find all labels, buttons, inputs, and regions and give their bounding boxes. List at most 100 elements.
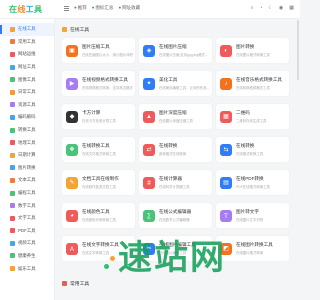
sidebar-item-icon xyxy=(10,215,15,221)
sidebar-item-label: 数字工具 xyxy=(18,202,36,208)
menu-icon[interactable] xyxy=(64,6,69,11)
scrollbar[interactable] xyxy=(297,20,299,80)
sidebar-item-icon xyxy=(10,190,15,196)
tool-card[interactable]: ▦ 二维码 二维码在线生成工具 xyxy=(216,104,289,129)
nav-item-bookmarks[interactable]: ●网址收藏 xyxy=(118,5,140,11)
sidebar-item[interactable]: PDF工具 xyxy=(0,225,54,238)
sidebar-item[interactable]: 地理工具 xyxy=(0,136,54,149)
sidebar-item-icon xyxy=(10,102,15,108)
tool-card[interactable]: ⇆ 在线转换 在线格式转换工具 xyxy=(216,137,289,162)
tool-card[interactable]: ▲ 图片深度压缩 在线图片深度压缩工具 xyxy=(139,104,212,129)
grid-icon[interactable]: ▦ xyxy=(289,5,294,11)
search-icon[interactable]: ⌕ xyxy=(251,5,254,11)
page: 在线工具 ●推荐 ●图标汇总 ●网址收藏 ⌕ ◔ ☾ ◉ ▦ 在线工具 常用工具网… xyxy=(0,0,300,300)
sidebar-item-label: 日期计算 xyxy=(18,152,36,158)
tool-card[interactable]: ◆ 卡方计算 在线卡方检验计算工具 xyxy=(62,104,135,129)
sidebar-item[interactable]: 在线工具 xyxy=(0,23,54,36)
sidebar-item[interactable]: 日常工具 xyxy=(0,86,54,99)
tool-card[interactable]: ◕ 在线颜色工具 在线颜色代码转换工具 xyxy=(62,203,135,228)
tool-card[interactable]: ∑ 在线公式编辑器 在线数学公式编辑器 xyxy=(139,203,212,228)
formula-icon: ∑ xyxy=(143,209,155,222)
tool-card-desc: 在线卡方检验计算工具 xyxy=(82,119,116,123)
tool-card-desc: 在线格式转换工具 xyxy=(236,152,264,156)
sidebar: 在线工具 常用工具网站运维网址工具图像工具 日常工具资源工具编码解码转换工具 地理工具… xyxy=(0,19,55,300)
top-nav: ●推荐 ●图标汇总 ●网址收藏 xyxy=(74,5,140,11)
section-title-bottom: 常用工具 xyxy=(62,280,89,287)
sidebar-item-label: 编码解码 xyxy=(18,114,36,120)
sidebar-item-label: 资源工具 xyxy=(18,101,36,107)
file-icon: ❖ xyxy=(66,143,78,156)
tool-card[interactable]: Ｔ 图片转文字 在线图片文字识别 xyxy=(216,203,289,228)
sidebar-item[interactable]: 健康养生 xyxy=(0,250,54,263)
sidebar-item[interactable]: 日期计算 xyxy=(0,149,54,162)
sidebar-item-icon xyxy=(10,240,15,246)
sidebar-item-label: 图片转换 xyxy=(18,164,36,170)
tool-card-desc: 在线图片文字识别 xyxy=(236,218,264,222)
tool-card-title: 在线公式编辑器 xyxy=(159,209,192,214)
sidebar-item[interactable]: 数字工具 xyxy=(0,199,54,212)
tool-card[interactable]: ✎ 文档工具在线制作 在线制作各类文档工具 xyxy=(62,170,135,195)
deep-icon: ▲ xyxy=(143,110,155,123)
sidebar-item-label: 视频工具 xyxy=(18,240,36,246)
tool-card-desc: PDF在线格式转换工具 xyxy=(236,185,270,189)
tool-card[interactable]: ▣ 图片压缩工具 在线压缩图片大小，减小图片体积 xyxy=(62,38,135,63)
sidebar-item[interactable]: 娱乐工具 xyxy=(0,262,54,275)
tool-card[interactable]: ⇄ 在线转换 各种格式在线转换 xyxy=(139,137,212,162)
tool-card[interactable]: ✦ 美化工具 在线美化编辑工具，让你的作品更好看 xyxy=(139,71,212,96)
sidebar-item[interactable]: 视频工具 xyxy=(0,237,54,250)
tool-card-desc: 在线图片压缩,支持jpg,png格式的图片压缩 xyxy=(159,53,211,57)
sidebar-item[interactable]: 网址工具 xyxy=(0,61,54,74)
video-icon: ▶ xyxy=(66,77,78,90)
sidebar-item-icon xyxy=(10,266,15,272)
sidebar-item-icon xyxy=(10,140,15,146)
header-icons: ⌕ ◔ ☾ ◉ ▦ xyxy=(251,5,294,11)
tool-card[interactable]: ♪ 在线音乐格式转换工具 在线转换音频格式工具 xyxy=(216,71,289,96)
tool-card[interactable]: ❖ 在线转换工具 在线文件格式转换工具 xyxy=(62,137,135,162)
tool-card[interactable]: ▶ 在线视频格式转换工具 在线视频格式转换，支持常见格式 xyxy=(62,71,135,96)
sidebar-item-label: 网站运维 xyxy=(18,51,36,57)
tool-card-title: 在线计算器 xyxy=(159,176,182,181)
tool-card-desc: 在线科学计算器工具 xyxy=(159,185,190,189)
nav-item-icons[interactable]: ●图标汇总 xyxy=(92,5,114,11)
sidebar-item[interactable]: 常用工具 xyxy=(0,36,54,49)
sidebar-item-icon xyxy=(10,51,15,57)
sidebar-item[interactable]: 网站运维 xyxy=(0,48,54,61)
site-logo[interactable]: 在线工具 xyxy=(9,4,42,15)
sidebar-item[interactable]: 转换工具 xyxy=(0,124,54,137)
sidebar-item-icon xyxy=(10,89,15,95)
tool-card-title: 在线颜色工具 xyxy=(82,209,110,214)
sidebar-item[interactable]: 文本工具 xyxy=(0,174,54,187)
tool-card-title: 在线转换 xyxy=(159,143,178,148)
qr-icon: ▦ xyxy=(220,110,232,123)
sidebar-item-icon xyxy=(10,165,15,171)
sidebar-item-icon xyxy=(10,253,15,259)
moon-icon[interactable]: ☾ xyxy=(268,5,272,11)
watermark-logo: 速站网 xyxy=(118,238,226,278)
sidebar-item-label: 网址工具 xyxy=(18,64,36,70)
tool-card-title: 文档工具在线制作 xyxy=(82,176,119,181)
nav-item-recommend[interactable]: ●推荐 xyxy=(74,5,87,11)
sidebar-item[interactable]: 文字工具 xyxy=(0,212,54,225)
sidebar-item-icon xyxy=(10,152,15,158)
tool-card[interactable]: ◈ 在线图片压缩在线图片压缩,支持jpg,png格式的图片压缩 xyxy=(139,38,212,63)
sidebar-item[interactable]: 图像工具 xyxy=(0,73,54,86)
sidebar-item[interactable]: 资源工具 xyxy=(0,99,54,112)
tool-card[interactable]: ◐ 图片转换 在线图片格式转换工具 xyxy=(216,38,289,63)
sidebar-item-icon xyxy=(10,228,15,234)
tool-card[interactable]: ▤ 在线PDF转换 PDF在线格式转换工具 xyxy=(216,170,289,195)
tool-card-desc: 在线图片格式转换 xyxy=(236,251,264,255)
bell-icon[interactable]: ◔ xyxy=(259,5,262,11)
user-icon[interactable]: ◉ xyxy=(279,5,283,11)
tool-card-title: 二维码 xyxy=(236,110,250,115)
sidebar-item[interactable]: 编程工具 xyxy=(0,187,54,200)
ocr-icon: Ｔ xyxy=(220,209,232,222)
section-icon xyxy=(62,281,67,286)
sidebar-item[interactable]: 编码解码 xyxy=(0,111,54,124)
image-icon: ▣ xyxy=(66,44,78,57)
tool-card[interactable]: ◩ 在线图片转换工具 在线图片格式转换 xyxy=(216,236,289,261)
tool-card-desc: 在线图片深度压缩工具 xyxy=(159,119,193,123)
sidebar-item[interactable]: 图片转换 xyxy=(0,162,54,175)
watermark-dot xyxy=(104,264,109,269)
tool-card[interactable]: ＃ 在线计算器 在线科学计算器工具 xyxy=(139,170,212,195)
tool-card-title: 在线音乐格式转换工具 xyxy=(236,77,282,82)
